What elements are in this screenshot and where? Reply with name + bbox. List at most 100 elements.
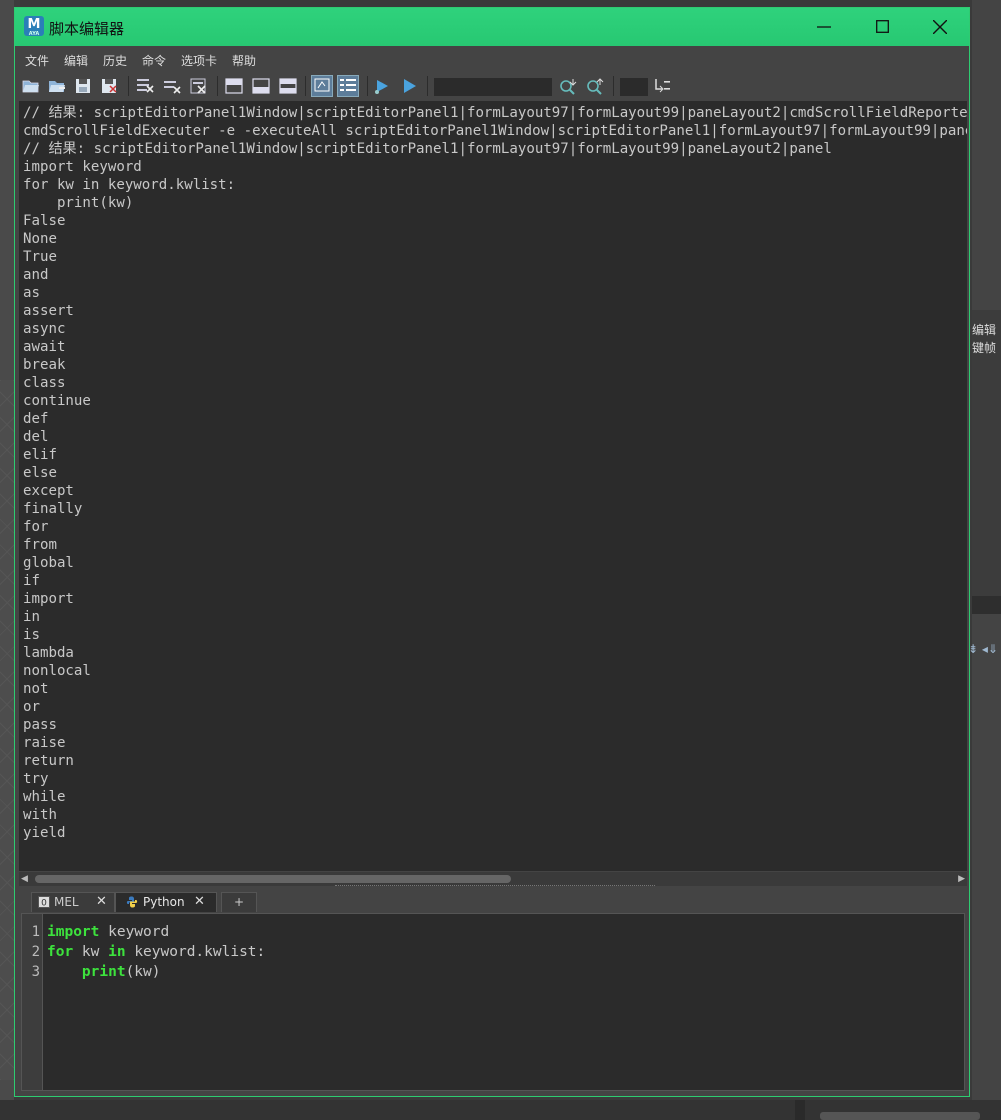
code-keyword: print (81, 964, 126, 980)
line-number: 3 (31, 964, 40, 980)
close-button[interactable] (911, 8, 969, 46)
menu-tabs[interactable]: 选项卡 (181, 52, 217, 69)
search-next-icon[interactable] (558, 76, 578, 96)
output-line: for (23, 519, 49, 535)
code-editor[interactable]: 123 import keyword for kw in keyword.kwli… (21, 913, 965, 1091)
output-line: lambda (23, 645, 74, 661)
code-text: keyword (99, 924, 170, 940)
maya-app-icon: M AYA (24, 16, 44, 37)
output-line: False (23, 213, 66, 229)
clear-input-icon[interactable] (162, 76, 182, 96)
output-line: del (23, 429, 49, 445)
execute-all-icon[interactable] (399, 76, 419, 96)
tab-mel[interactable]: 0 MEL ✕ (31, 892, 115, 912)
save-script-to-shelf-icon[interactable] (99, 76, 119, 96)
toolbar-separator (128, 76, 129, 96)
search-input[interactable] (434, 78, 552, 96)
background-strip (972, 596, 1001, 614)
viewport-grid (0, 380, 14, 1080)
svg-text:0: 0 (41, 899, 47, 909)
mel-icon: 0 (38, 896, 50, 908)
maximize-icon (875, 20, 889, 33)
output-line: await (23, 339, 66, 355)
line-numbers-icon[interactable] (337, 75, 359, 97)
source-script-icon[interactable] (47, 76, 67, 96)
show-history-icon[interactable] (224, 76, 244, 96)
code-keyword: for (47, 944, 74, 960)
goto-line-field[interactable] (620, 78, 648, 96)
minimize-button[interactable] (795, 8, 853, 46)
search-prev-icon[interactable] (585, 76, 605, 96)
output-line: global (23, 555, 74, 571)
scrollbar-thumb[interactable] (35, 875, 511, 883)
line-number-gutter: 1 2 3 (22, 914, 43, 1090)
background-divider (795, 1100, 805, 1120)
output-line: print(kw) (23, 195, 134, 211)
add-tab-button[interactable]: + (221, 892, 257, 912)
open-script-icon[interactable] (21, 76, 41, 96)
toolbar (17, 72, 967, 100)
output-line: try (23, 771, 49, 787)
script-editor-window: M AYA 脚本编辑器 文件 编辑 历史 命令 选项卡 帮助 // 结果: sc… (14, 7, 970, 1097)
toolbar-separator (305, 76, 306, 96)
background-arrows-icon[interactable]: ⇟ ◂⇓ (968, 642, 998, 656)
show-both-icon[interactable] (278, 76, 298, 96)
background-scrollbar[interactable] (820, 1112, 980, 1120)
code-keyword: in (108, 944, 126, 960)
clear-history-icon[interactable] (135, 76, 155, 96)
maximize-button[interactable] (853, 8, 911, 46)
output-line: // 结果: scriptEditorPanel1Window|scriptEd… (23, 141, 832, 157)
goto-line-icon[interactable] (652, 76, 672, 96)
window-title: 脚本编辑器 (49, 20, 125, 38)
menu-command[interactable]: 命令 (142, 52, 166, 69)
output-line: for kw in keyword.kwlist: (23, 177, 236, 193)
output-line: cmdScrollFieldExecuter -e -executeAll sc… (23, 123, 967, 139)
close-icon (932, 19, 948, 35)
output-line: None (23, 231, 57, 247)
output-line: from (23, 537, 57, 553)
output-line: assert (23, 303, 74, 319)
code-keyword: import (47, 924, 100, 940)
title-bar[interactable]: M AYA 脚本编辑器 (15, 8, 969, 46)
output-line: if (23, 573, 40, 589)
menu-history[interactable]: 历史 (103, 52, 127, 69)
output-line: finally (23, 501, 83, 517)
horizontal-scrollbar[interactable]: ◀ ▶ (19, 872, 967, 886)
output-line: import keyword (23, 159, 142, 175)
scroll-right-icon[interactable]: ▶ (958, 874, 965, 884)
menu-file[interactable]: 文件 (25, 52, 49, 69)
toolbar-separator (217, 76, 218, 96)
tab-python[interactable]: Python ✕ (115, 892, 217, 912)
toolbar-separator (367, 76, 368, 96)
python-icon (126, 896, 138, 908)
clear-all-icon[interactable] (189, 76, 209, 96)
output-line: with (23, 807, 57, 823)
pane-splitter[interactable] (335, 885, 655, 888)
output-line: raise (23, 735, 66, 751)
output-line: continue (23, 393, 91, 409)
output-line: in (23, 609, 40, 625)
menu-bar: 文件 编辑 历史 命令 选项卡 帮助 (17, 48, 967, 72)
menu-help[interactable]: 帮助 (232, 52, 256, 69)
output-line: True (23, 249, 57, 265)
toolbar-separator (427, 76, 428, 96)
history-output-pane[interactable]: // 结果: scriptEditorPanel1Window|scriptEd… (19, 101, 967, 871)
output-line: break (23, 357, 66, 373)
close-tab-icon[interactable]: ✕ (194, 893, 205, 911)
execute-selected-icon[interactable] (372, 76, 392, 96)
menu-edit[interactable]: 编辑 (64, 52, 88, 69)
line-number: 2 (31, 944, 40, 960)
scroll-left-icon[interactable]: ◀ (21, 874, 28, 884)
close-tab-icon[interactable]: ✕ (96, 893, 107, 911)
tab-bar: 0 MEL ✕ Python ✕ + (19, 890, 967, 912)
echo-all-commands-icon[interactable] (311, 75, 333, 97)
plus-icon: + (233, 895, 245, 909)
output-line: async (23, 321, 66, 337)
show-input-icon[interactable] (251, 76, 271, 96)
output-line: and (23, 267, 49, 283)
save-script-icon[interactable] (73, 76, 93, 96)
output-line: nonlocal (23, 663, 91, 679)
output-line: // 结果: scriptEditorPanel1Window|scriptEd… (23, 105, 967, 121)
output-line: not (23, 681, 49, 697)
